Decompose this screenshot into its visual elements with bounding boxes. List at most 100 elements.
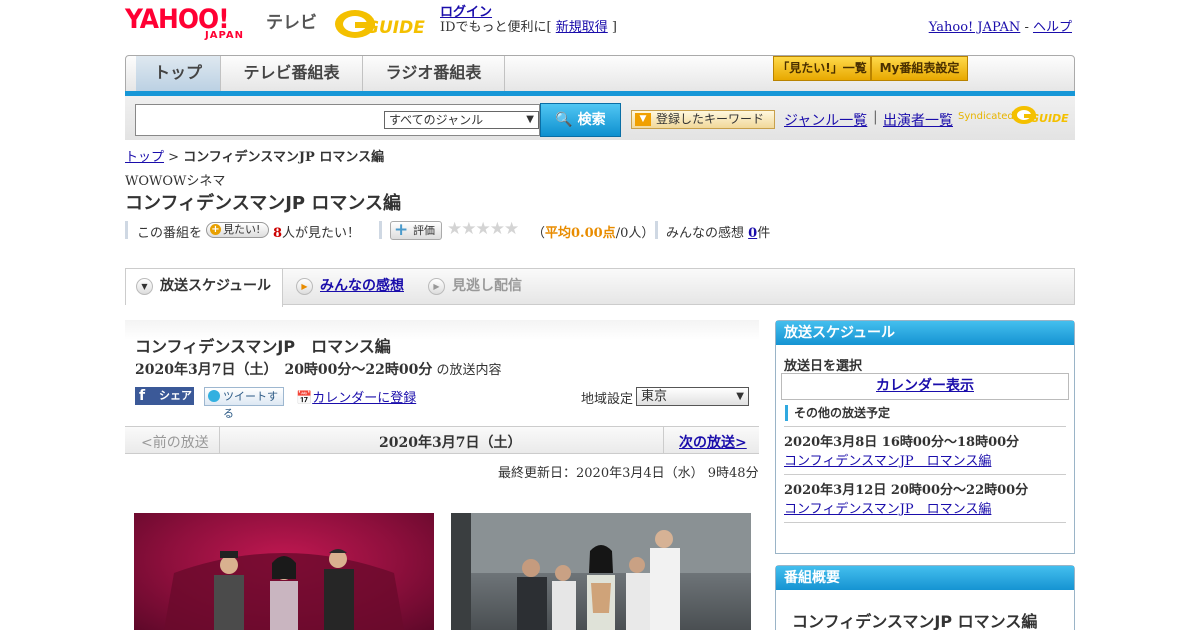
calendar-icon: 📅 — [296, 391, 313, 406]
my-schedule-button[interactable]: My番組表設定 — [871, 56, 968, 81]
tab-missed-stream: ▶ 見逃し配信 — [418, 269, 548, 304]
tweet-button[interactable]: ツイートする — [204, 387, 284, 420]
svg-text:GUIDE: GUIDE — [1030, 112, 1069, 125]
area-select[interactable]: 東京 ▼ — [636, 387, 749, 406]
tv-logo-label[interactable]: テレビ — [266, 8, 317, 33]
list-item: 2020年3月8日 16時00分～18時00分 コンフィデンスマンJP ロマンス… — [784, 426, 1066, 469]
facebook-icon: f — [139, 388, 146, 404]
tab-top[interactable]: トップ — [136, 56, 221, 91]
link-separator: | — [873, 109, 878, 125]
breadcrumb: トップ > コンフィデンスマンJP ロマンス編 — [125, 146, 384, 165]
yahoo-japan-link[interactable]: Yahoo! JAPAN — [929, 20, 1021, 35]
schedule-datetime: 2020年3月12日 20時00分～22時00分 — [784, 483, 1029, 498]
genre-select[interactable]: すべてのジャンル ▼ — [384, 111, 539, 129]
tab-radio-schedule[interactable]: ラジオ番組表 — [363, 56, 505, 91]
calendar-display-link[interactable]: カレンダー表示 — [876, 378, 974, 394]
breadcrumb-current: コンフィデンスマンJP ロマンス編 — [183, 150, 385, 165]
want-count: 8 — [273, 226, 283, 241]
schedule-datetime: 2020年3月8日 16時00分～18時00分 — [784, 435, 1020, 450]
avg-open: （ — [532, 226, 546, 241]
broadcast-time: 2020年3月7日（土） 20時00分～22時00分 の放送内容 — [135, 359, 502, 379]
stat-divider — [379, 221, 382, 239]
japan-logo-text: JAPAN — [205, 30, 244, 41]
login-box: ログイン IDでもっと便利に[ 新規取得 ] — [440, 5, 617, 35]
calendar-display-box: カレンダー表示 — [781, 373, 1069, 400]
date-nav-divider — [219, 427, 220, 453]
overview-sidebar-header: 番組概要 — [776, 566, 1074, 590]
facebook-share-label: シェア — [159, 389, 192, 402]
broadcast-title: コンフィデンスマンJP ロマンス編 — [135, 337, 391, 356]
tab-tv-schedule[interactable]: テレビ番組表 — [221, 56, 363, 91]
tab-label: 放送スケジュール — [160, 278, 272, 294]
svg-text:GUIDE: GUIDE — [365, 18, 425, 38]
breadcrumb-top-link[interactable]: トップ — [125, 150, 164, 165]
date-nav-divider — [663, 427, 664, 453]
play-icon: ▶ — [296, 278, 313, 295]
program-photo-cast — [134, 513, 434, 630]
calendar-register-link[interactable]: カレンダーに登録 — [312, 391, 416, 406]
login-link[interactable]: ログイン — [440, 5, 492, 20]
page-title: コンフィデンスマンJP ロマンス編 — [125, 193, 401, 214]
registered-keyword-button[interactable]: ▼ 登録したキーワード — [631, 110, 775, 129]
top-right-links: Yahoo! JAPAN - ヘルプ — [929, 16, 1072, 35]
want-count-text: 8人が見たい！ — [273, 222, 360, 241]
main-nav: トップ テレビ番組表 ラジオ番組表 「見たい!」一覧 My番組表設定 — [125, 55, 1075, 92]
registered-keyword-label: 登録したキーワード — [656, 112, 765, 126]
mitai-button[interactable]: + 見たい! — [206, 222, 269, 238]
facebook-share-button[interactable]: f シェア — [135, 387, 194, 405]
current-date: 2020年3月7日（土） — [379, 435, 522, 451]
rating-stars: ★★★★★ — [447, 219, 519, 239]
area-select-value: 東京 — [641, 389, 668, 404]
last-updated: 最終更新日：2020年3月4日（水） 9時48分 — [498, 466, 759, 481]
yahoo-japan-logo[interactable]: YAHOO! JAPAN — [125, 4, 261, 42]
mitai-button-label: 見たい! — [223, 223, 261, 236]
mitai-list-button[interactable]: 「見たい!」一覧 — [773, 56, 871, 81]
play-icon: ▶ — [428, 278, 445, 295]
want-suffix: 人が見たい！ — [282, 226, 361, 241]
signup-link[interactable]: 新規取得 — [556, 20, 608, 35]
list-divider — [784, 522, 1066, 523]
rate-button-label: 評価 — [413, 224, 435, 237]
list-item: 2020年3月12日 20時00分～22時00分 コンフィデンスマンJP ロマン… — [784, 474, 1066, 517]
schedule-sidebar-header: 放送スケジュール — [776, 321, 1074, 345]
rate-button[interactable]: + 評価 — [390, 221, 442, 240]
avg-value: 平均0.00点 — [545, 226, 616, 241]
search-button-label: 検索 — [577, 112, 606, 128]
cast-list-link[interactable]: 出演者一覧 — [883, 110, 953, 130]
tweet-label: ツイートする — [223, 390, 278, 420]
average-rating: （平均0.00点/0人） — [532, 222, 654, 241]
stat-divider — [655, 221, 658, 239]
tab-label: 見逃し配信 — [452, 278, 522, 294]
help-link[interactable]: ヘルプ — [1033, 20, 1072, 35]
channel-name: WOWOWシネマ — [125, 174, 226, 189]
select-date-label: 放送日を選択 — [784, 359, 863, 374]
other-schedules-header: その他の放送予定 — [785, 405, 890, 421]
plus-icon: + — [394, 220, 409, 240]
link-dash: - — [1020, 20, 1033, 35]
content-tabs: ▼ 放送スケジュール ▶ みんなの感想 ▶ 見逃し配信 — [125, 268, 1075, 307]
impressions-stat: みんなの感想 0件 — [666, 222, 770, 241]
impressions-label: みんなの感想 — [666, 226, 749, 241]
login-sub-prefix: IDでもっと便利に[ — [440, 20, 556, 35]
syndicated-gguide-logo: Syndicated GUIDE — [958, 102, 1070, 128]
dropdown-arrow-icon: ▼ — [526, 114, 534, 125]
twitter-icon — [208, 390, 220, 402]
area-label: 地域設定 — [581, 392, 634, 407]
avg-rest: /0人） — [615, 226, 655, 241]
tab-broadcast-schedule[interactable]: ▼ 放送スケジュール — [126, 269, 283, 307]
calendar-register: 📅カレンダーに登録 — [296, 387, 416, 406]
plus-icon: + — [210, 224, 221, 235]
genre-list-link[interactable]: ジャンル一覧 — [784, 110, 867, 130]
schedule-title-link[interactable]: コンフィデンスマンJP ロマンス編 — [784, 502, 991, 517]
chevron-down-icon: ▼ — [635, 113, 651, 126]
program-photo-scene — [451, 513, 751, 630]
search-button[interactable]: 🔍 検索 — [540, 103, 621, 137]
broadcast-datetime: 2020年3月7日（土） 20時00分～22時00分 — [135, 362, 433, 378]
tab-label: みんなの感想 — [320, 278, 404, 294]
impressions-count-link[interactable]: 0 — [748, 226, 757, 241]
next-broadcast-link[interactable]: 次の放送> — [679, 432, 747, 452]
schedule-title-link[interactable]: コンフィデンスマンJP ロマンス編 — [784, 454, 991, 469]
tab-impressions[interactable]: ▶ みんなの感想 — [286, 269, 416, 304]
gguide-logo[interactable]: GUIDE — [333, 4, 431, 42]
impressions-unit: 件 — [757, 226, 771, 241]
